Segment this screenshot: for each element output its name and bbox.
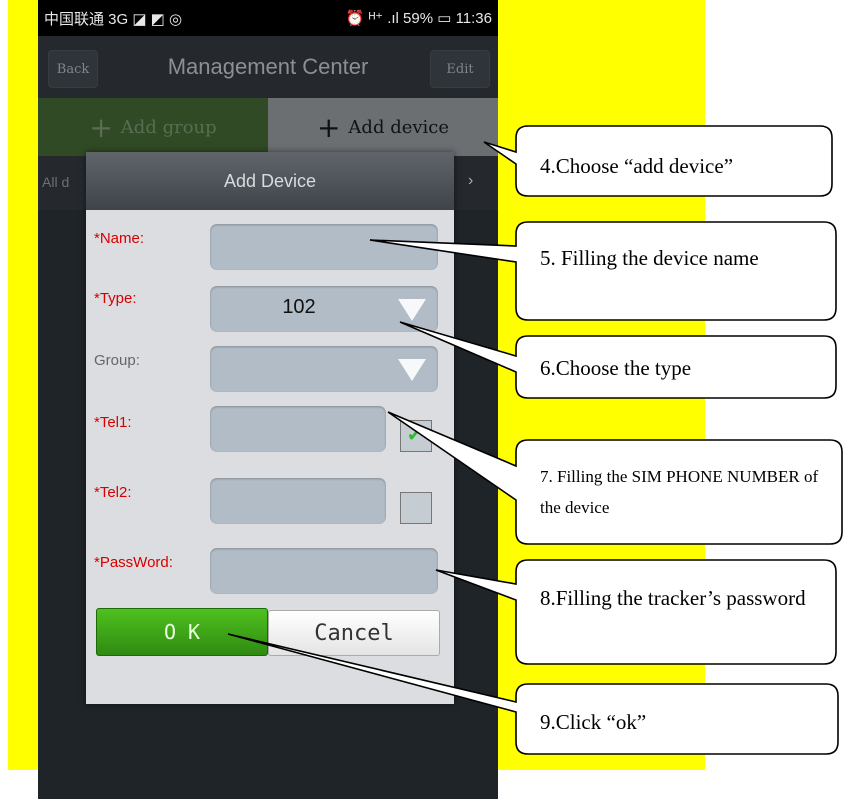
callout-text-8: 8.Filling the tracker’s password: [540, 586, 806, 610]
callout-text-7: 7. Filling the SIM PHONE NUMBER of the d…: [540, 467, 819, 517]
callout-text-5: 5. Filling the device name: [540, 246, 759, 270]
callout-text-6: 6.Choose the type: [540, 356, 692, 380]
callout-text-4: 4.Choose “add device”: [540, 154, 734, 178]
callout-overlay: [227, 125, 843, 755]
callout-text-9: 9.Click “ok”: [540, 710, 647, 734]
